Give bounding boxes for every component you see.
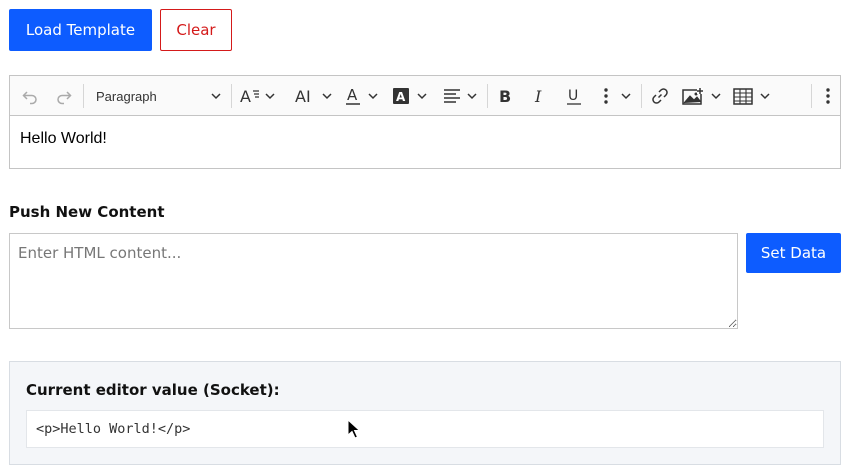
undo-icon[interactable] — [18, 76, 42, 116]
toolbar-overflow-icon[interactable] — [816, 76, 840, 116]
push-content-label: Push New Content — [9, 203, 165, 221]
svg-text:U: U — [568, 88, 578, 104]
html-content-input[interactable] — [9, 233, 738, 329]
editor-content[interactable]: Hello World! — [10, 116, 840, 162]
font-size-icon[interactable]: A — [238, 76, 278, 116]
clear-button[interactable]: Clear — [160, 9, 232, 51]
heading-dropdown-label: Paragraph — [96, 88, 157, 104]
svg-text:A: A — [396, 90, 406, 104]
editor-paragraph: Hello World! — [20, 130, 107, 147]
toolbar-separator — [641, 84, 642, 108]
editor-value-text: <p>Hello World!</p> — [36, 421, 191, 437]
svg-text:A: A — [347, 87, 358, 104]
insert-image-icon[interactable] — [681, 76, 725, 116]
svg-text:A: A — [240, 87, 251, 105]
set-data-button[interactable]: Set Data — [746, 233, 841, 273]
mouse-pointer-icon — [347, 419, 361, 439]
link-icon[interactable] — [647, 76, 673, 116]
toolbar-separator — [811, 84, 812, 108]
alignment-icon[interactable] — [441, 76, 483, 116]
bold-icon[interactable]: B — [492, 76, 518, 116]
toolbar-separator — [231, 84, 232, 108]
svg-text:AI: AI — [295, 87, 311, 105]
toolbar-separator — [83, 84, 84, 108]
italic-icon[interactable]: I — [527, 76, 553, 116]
editor-toolbar: Paragraph A AI A A B I U — [10, 76, 840, 116]
rich-text-editor: Paragraph A AI A A B I U Hello World! — [9, 75, 841, 169]
more-options-icon[interactable] — [595, 76, 637, 116]
font-color-icon[interactable]: A — [344, 76, 384, 116]
svg-text:I: I — [534, 87, 542, 105]
font-family-icon[interactable]: AI — [294, 76, 336, 116]
load-template-button[interactable]: Load Template — [9, 9, 152, 51]
toolbar-separator — [487, 84, 488, 108]
underline-icon[interactable]: U — [561, 76, 587, 116]
editor-value-output: <p>Hello World!</p> — [26, 410, 824, 448]
insert-table-icon[interactable] — [732, 76, 776, 116]
editor-value-title: Current editor value (Socket): — [26, 381, 280, 399]
heading-dropdown[interactable]: Paragraph — [90, 76, 228, 116]
editor-value-panel: Current editor value (Socket): <p>Hello … — [9, 361, 841, 465]
chevron-down-icon — [211, 93, 221, 100]
redo-icon[interactable] — [52, 76, 76, 116]
svg-text:B: B — [499, 87, 511, 105]
font-background-color-icon[interactable]: A — [391, 76, 433, 116]
